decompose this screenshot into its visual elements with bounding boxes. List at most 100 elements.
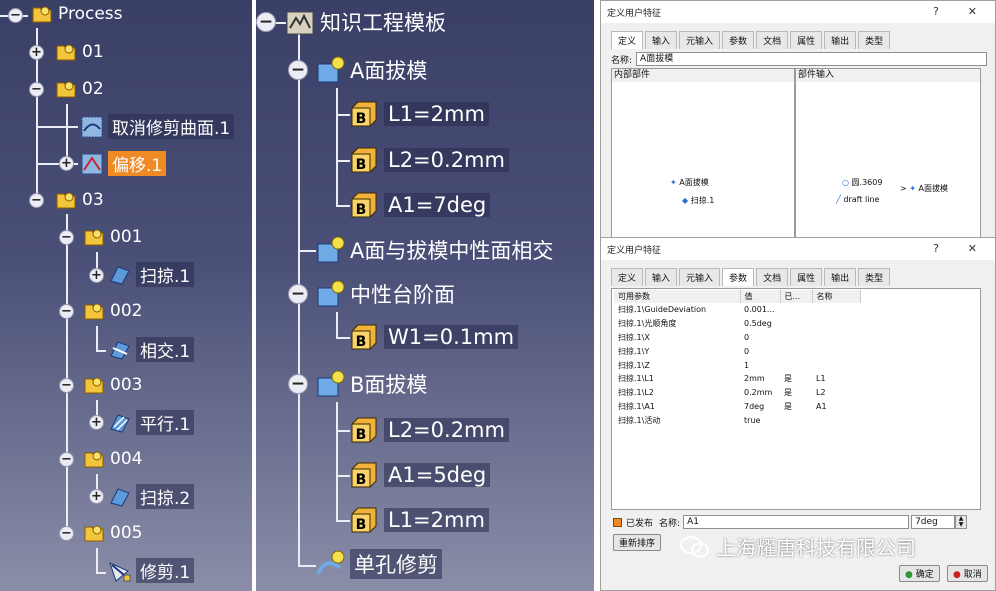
tree-item-03[interactable]: 03: [54, 188, 104, 212]
table-row[interactable]: 扫掠.1\L1 2mm 是 L1: [614, 372, 978, 386]
tree-item-005[interactable]: 005: [82, 521, 142, 545]
tab-parameters[interactable]: 参数: [722, 268, 755, 286]
table-row[interactable]: 扫掠.1\Y 0: [614, 344, 978, 358]
tree-item-param-a1[interactable]: B A1=7deg: [348, 189, 491, 221]
collapse-toggle[interactable]: −: [8, 8, 23, 23]
tab-outputs[interactable]: 输出: [824, 268, 857, 286]
tree-item-trim[interactable]: 修剪.1: [108, 558, 195, 583]
reorder-button[interactable]: 重新排序: [613, 534, 662, 551]
table-row[interactable]: 扫掠.1\A1 7deg 是 A1: [614, 400, 978, 414]
tab-documents[interactable]: 文档: [756, 268, 789, 286]
table-row[interactable]: 扫掠.1\L2 0.2mm 是 L2: [614, 386, 978, 400]
tree-item-sweep-2[interactable]: 扫掠.2: [108, 484, 195, 509]
tree-item-02[interactable]: 02: [54, 77, 104, 101]
tab-properties[interactable]: 属性: [790, 31, 823, 49]
tab-inputs[interactable]: 输入: [645, 268, 678, 286]
tree-item-param-l1[interactable]: B L1=2mm: [348, 98, 489, 130]
collapse-toggle[interactable]: −: [59, 378, 74, 393]
close-button[interactable]: ✕: [968, 5, 977, 18]
parallel-curve-icon: [110, 413, 130, 433]
internal-node-sweep[interactable]: ◆ 扫掠.1: [682, 195, 714, 206]
column-published[interactable]: 已...: [780, 290, 813, 303]
collapse-toggle[interactable]: −: [288, 284, 308, 304]
name-label: 名称:: [659, 518, 681, 529]
collapse-toggle[interactable]: −: [288, 60, 308, 80]
internal-node-feature[interactable]: ✦ A面拔模: [670, 177, 709, 188]
untrim-surface-icon: [81, 116, 103, 137]
collapse-toggle[interactable]: −: [288, 374, 308, 394]
tab-type[interactable]: 类型: [858, 31, 891, 49]
expand-toggle[interactable]: +: [29, 45, 44, 60]
tree-item-004[interactable]: 004: [82, 447, 142, 471]
help-button[interactable]: ?: [933, 242, 939, 255]
tree-item-offset[interactable]: 偏移.1: [80, 151, 167, 176]
collapse-toggle[interactable]: −: [256, 12, 276, 32]
sweep-surface-icon: [110, 487, 130, 507]
user-feature-icon: [317, 280, 345, 307]
tree-item-01[interactable]: 01: [54, 40, 104, 64]
table-row[interactable]: 扫掠.1\活动 true: [614, 413, 978, 427]
tree-item-a-face-intersect[interactable]: A面与拔模中性面相交: [314, 234, 553, 266]
tree-root-process[interactable]: Process: [30, 2, 123, 26]
column-value[interactable]: 值: [740, 290, 781, 303]
svg-text:B: B: [356, 157, 367, 173]
tree-item-parallel[interactable]: 平行.1: [108, 410, 195, 435]
tab-parameters[interactable]: 参数: [722, 31, 755, 49]
cancel-button[interactable]: ● 取消: [947, 565, 988, 582]
input-draft-line[interactable]: ╱ draft line: [836, 195, 879, 204]
tab-documents[interactable]: 文档: [756, 31, 789, 49]
tree-item-intersect[interactable]: 相交.1: [108, 337, 195, 362]
expand-toggle[interactable]: +: [89, 268, 104, 283]
table-row[interactable]: 扫掠.1\光顺角度 0.5deg: [614, 317, 978, 331]
tab-outputs[interactable]: 输出: [824, 31, 857, 49]
collapse-toggle[interactable]: −: [59, 230, 74, 245]
table-row[interactable]: 扫掠.1\X 0: [614, 331, 978, 345]
tab-properties[interactable]: 属性: [790, 268, 823, 286]
expand-toggle[interactable]: +: [89, 489, 104, 504]
tab-meta-inputs[interactable]: 元输入: [679, 268, 721, 286]
collapse-toggle[interactable]: −: [59, 304, 74, 319]
collapse-toggle[interactable]: −: [59, 526, 74, 541]
table-row[interactable]: 扫掠.1\GuideDeviation 0.001...: [614, 303, 978, 317]
value-spinner[interactable]: ▲ ▼: [955, 515, 968, 529]
tree-item-002[interactable]: 002: [82, 299, 142, 323]
tab-definition[interactable]: 定义: [611, 31, 644, 49]
collapse-toggle[interactable]: −: [59, 452, 74, 467]
tree-item-param-l2[interactable]: B L2=0.2mm: [348, 144, 509, 176]
column-available-parameters[interactable]: 可用参数: [614, 290, 741, 303]
ok-button[interactable]: ● 确定: [899, 565, 940, 582]
tree-item-param-l2-b[interactable]: B L2=0.2mm: [348, 414, 509, 446]
collapse-toggle[interactable]: −: [29, 82, 44, 97]
name-field[interactable]: A面拔模: [636, 52, 987, 66]
published-checkbox[interactable]: [613, 517, 622, 527]
tree-item-param-w1[interactable]: B W1=0.1mm: [348, 321, 519, 353]
expand-toggle[interactable]: +: [89, 415, 104, 430]
tree-item-param-a1-b[interactable]: B A1=5deg: [348, 459, 491, 491]
tab-definition[interactable]: 定义: [611, 268, 644, 286]
tab-meta-inputs[interactable]: 元输入: [679, 31, 721, 49]
parameter-box-icon: B: [351, 417, 377, 443]
tree-item-single-hole-trim[interactable]: 单孔修剪: [314, 548, 442, 580]
table-row[interactable]: 扫掠.1\Z 1: [614, 358, 978, 372]
tree-item-a-face-draft[interactable]: A面拔模: [314, 54, 427, 86]
expand-toggle[interactable]: +: [59, 156, 74, 171]
close-button[interactable]: ✕: [968, 242, 977, 255]
tree-item-untrim-surface[interactable]: 取消修剪曲面.1: [80, 114, 235, 139]
tab-type[interactable]: 类型: [858, 268, 891, 286]
tree-item-b-face-draft[interactable]: B面拔模: [314, 368, 427, 400]
parameter-name-field[interactable]: A1: [683, 515, 910, 529]
tree-line: [66, 104, 68, 164]
tree-item-001[interactable]: 001: [82, 225, 142, 249]
input-circle[interactable]: ○ 圆.3609: [842, 177, 882, 188]
input-target-feature[interactable]: > ✦ A面拔模: [900, 183, 948, 194]
parameter-value-field[interactable]: 7deg: [911, 515, 956, 529]
tree-root-knowledge-template[interactable]: 知识工程模板: [284, 6, 446, 38]
help-button[interactable]: ?: [933, 5, 939, 18]
collapse-toggle[interactable]: −: [29, 193, 44, 208]
tab-inputs[interactable]: 输入: [645, 31, 678, 49]
column-name[interactable]: 名称: [812, 290, 861, 303]
tree-item-param-l1-b[interactable]: B L1=2mm: [348, 504, 489, 536]
tree-item-neutral-step-face[interactable]: 中性台阶面: [314, 278, 455, 310]
tree-item-sweep-1[interactable]: 扫掠.1: [108, 262, 195, 287]
tree-item-003[interactable]: 003: [82, 373, 142, 397]
